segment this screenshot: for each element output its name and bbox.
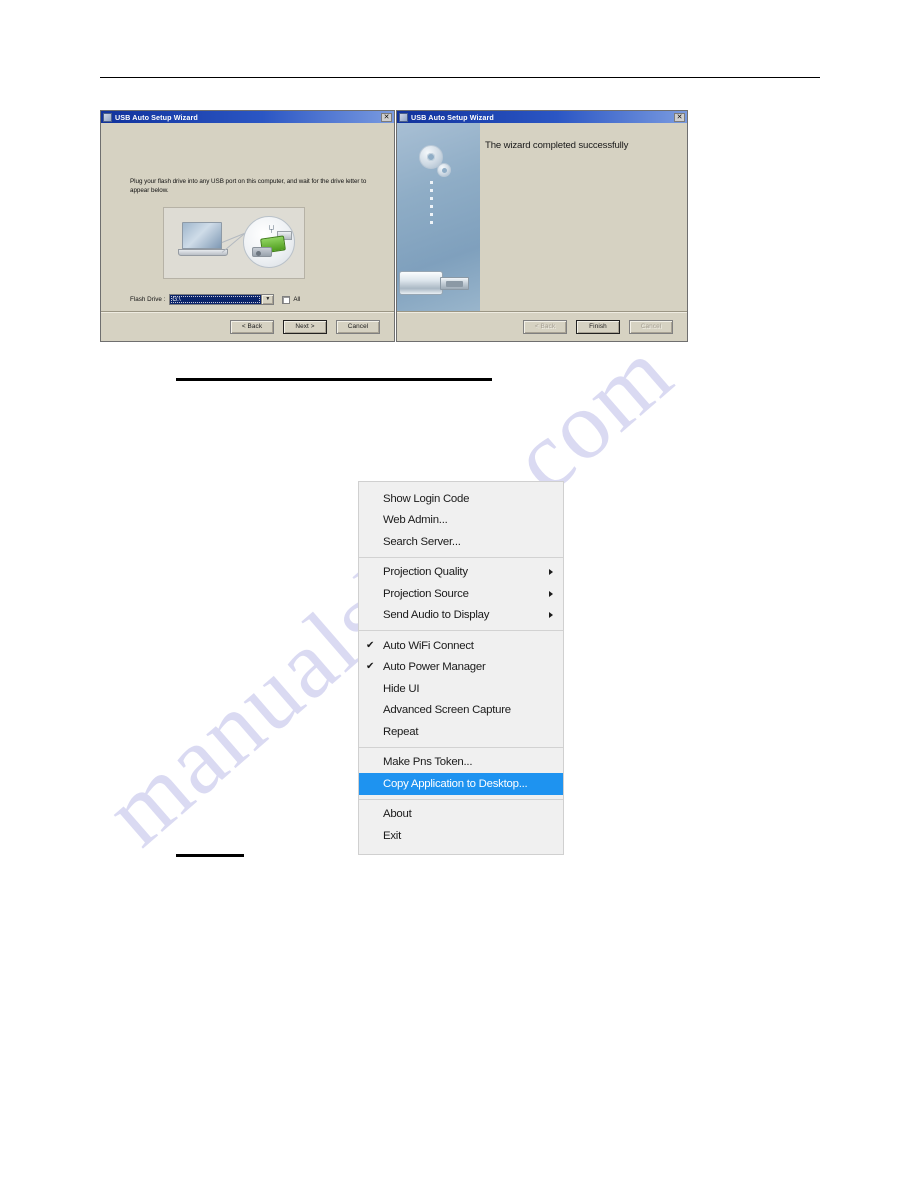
all-checkbox-wrap[interactable]: All <box>282 295 301 304</box>
dialog-one-button-bar: < Back Next > Cancel <box>101 311 394 341</box>
cancel-button: Cancel <box>629 319 673 334</box>
menu-item-copy-application-to-desktop[interactable]: Copy Application to Desktop... <box>359 773 563 795</box>
menu-item-projection-source[interactable]: Projection Source <box>359 583 563 605</box>
menu-item-label: Web Admin... <box>383 514 448 527</box>
finish-button[interactable]: Finish <box>576 319 620 334</box>
chevron-down-icon[interactable]: ▼ <box>261 295 274 304</box>
menu-item-label: Auto WiFi Connect <box>383 639 474 652</box>
section-divider-rule-middle <box>176 378 492 381</box>
wizard-app-icon <box>103 112 112 122</box>
next-button[interactable]: Next > <box>283 319 327 334</box>
flash-drive-label: Flash Drive : <box>130 296 166 303</box>
back-button: < Back <box>523 319 567 334</box>
chevron-right-icon <box>549 612 553 619</box>
dialog-two-title: USB Auto Setup Wizard <box>411 112 494 122</box>
menu-item-label: Search Server... <box>383 535 461 548</box>
menu-item-label: Copy Application to Desktop... <box>383 777 528 790</box>
tray-context-menu: Show Login Code Web Admin... Search Server… <box>358 481 564 855</box>
dialog-two-titlebar: USB Auto Setup Wizard ✕ <box>397 111 687 123</box>
all-checkbox[interactable] <box>282 295 291 304</box>
menu-item-label: Projection Quality <box>383 566 468 579</box>
laptop-icon <box>178 222 228 260</box>
dialog-two-body: The wizard completed successfully < Back… <box>397 123 687 341</box>
menu-item-label: About <box>383 808 412 821</box>
usb-drive-plug <box>440 277 469 290</box>
menu-item-search-server[interactable]: Search Server... <box>359 531 563 553</box>
completion-heading: The wizard completed successfully <box>485 140 629 151</box>
menu-item-auto-power-manager[interactable]: ✔ Auto Power Manager <box>359 657 563 679</box>
dialog-one-title: USB Auto Setup Wizard <box>115 112 198 122</box>
menu-item-make-pns-token[interactable]: Make Pns Token... <box>359 752 563 774</box>
menu-item-label: Exit <box>383 829 401 842</box>
menu-item-advanced-screen-capture[interactable]: Advanced Screen Capture <box>359 700 563 722</box>
menu-separator <box>359 556 563 558</box>
check-icon: ✔ <box>366 639 375 651</box>
menu-item-exit[interactable]: Exit <box>359 825 563 847</box>
chevron-right-icon <box>549 569 553 576</box>
menu-item-projection-quality[interactable]: Projection Quality <box>359 562 563 584</box>
close-icon[interactable]: ✕ <box>674 112 685 122</box>
close-icon[interactable]: ✕ <box>381 112 392 122</box>
flash-drive-field-row: Flash Drive : G:\ ▼ All <box>130 294 300 305</box>
menu-item-repeat[interactable]: Repeat <box>359 721 563 743</box>
usb-plug-illustration: ⑂ <box>163 207 305 279</box>
menu-separator <box>359 746 563 748</box>
instruction-text: Plug your flash drive into any USB port … <box>130 178 367 194</box>
dialog-two-button-bar: < Back Finish Cancel <box>397 311 687 341</box>
menu-item-label: Make Pns Token... <box>383 756 473 769</box>
all-checkbox-label: All <box>293 296 301 303</box>
dotted-connector-line <box>430 181 433 227</box>
menu-item-show-login-code[interactable]: Show Login Code <box>359 488 563 510</box>
chevron-right-icon <box>549 590 553 597</box>
usb-auto-setup-wizard-finish-dialog: USB Auto Setup Wizard ✕ The wizard compl… <box>396 110 688 342</box>
menu-item-label: Hide UI <box>383 682 420 695</box>
wizard-side-panel <box>397 123 480 313</box>
menu-item-label: Repeat <box>383 725 419 738</box>
menu-item-hide-ui[interactable]: Hide UI <box>359 678 563 700</box>
laptop-base <box>178 249 228 256</box>
usb-auto-setup-wizard-select-dialog: USB Auto Setup Wizard ✕ Plug your flash … <box>100 110 395 342</box>
wizard-app-icon <box>399 112 408 122</box>
menu-item-label: Send Audio to Display <box>383 609 490 622</box>
menu-item-label: Show Login Code <box>383 492 470 505</box>
dialog-one-titlebar: USB Auto Setup Wizard ✕ <box>101 111 394 123</box>
menu-item-label: Advanced Screen Capture <box>383 704 511 717</box>
menu-item-auto-wifi-connect[interactable]: ✔ Auto WiFi Connect <box>359 635 563 657</box>
flash-drive-select[interactable]: G:\ ▼ <box>169 294 275 305</box>
document-page: USB Auto Setup Wizard ✕ Plug your flash … <box>0 0 918 1188</box>
menu-item-send-audio-to-display[interactable]: Send Audio to Display <box>359 605 563 627</box>
section-divider-rule-bottom <box>176 854 244 857</box>
header-divider-rule <box>100 77 820 78</box>
check-icon: ✔ <box>366 661 375 673</box>
magnifier-icon: ⑂ <box>243 216 295 268</box>
usb-flash-drive-icon <box>399 269 471 299</box>
usb-symbol-icon: ⑂ <box>267 222 276 236</box>
back-button[interactable]: < Back <box>230 319 274 334</box>
usb-port-icon <box>252 247 272 257</box>
menu-separator <box>359 630 563 631</box>
menu-item-web-admin[interactable]: Web Admin... <box>359 510 563 532</box>
menu-item-label: Auto Power Manager <box>383 661 486 674</box>
flash-drive-selected-value: G:\ <box>170 295 262 304</box>
gear-small-icon <box>437 163 451 177</box>
usb-drive-body <box>399 271 443 295</box>
laptop-screen <box>182 222 222 249</box>
dialog-one-body: Plug your flash drive into any USB port … <box>101 123 394 341</box>
menu-item-about[interactable]: About <box>359 804 563 826</box>
menu-separator <box>359 798 563 800</box>
menu-item-label: Projection Source <box>383 587 469 600</box>
cancel-button[interactable]: Cancel <box>336 319 380 334</box>
